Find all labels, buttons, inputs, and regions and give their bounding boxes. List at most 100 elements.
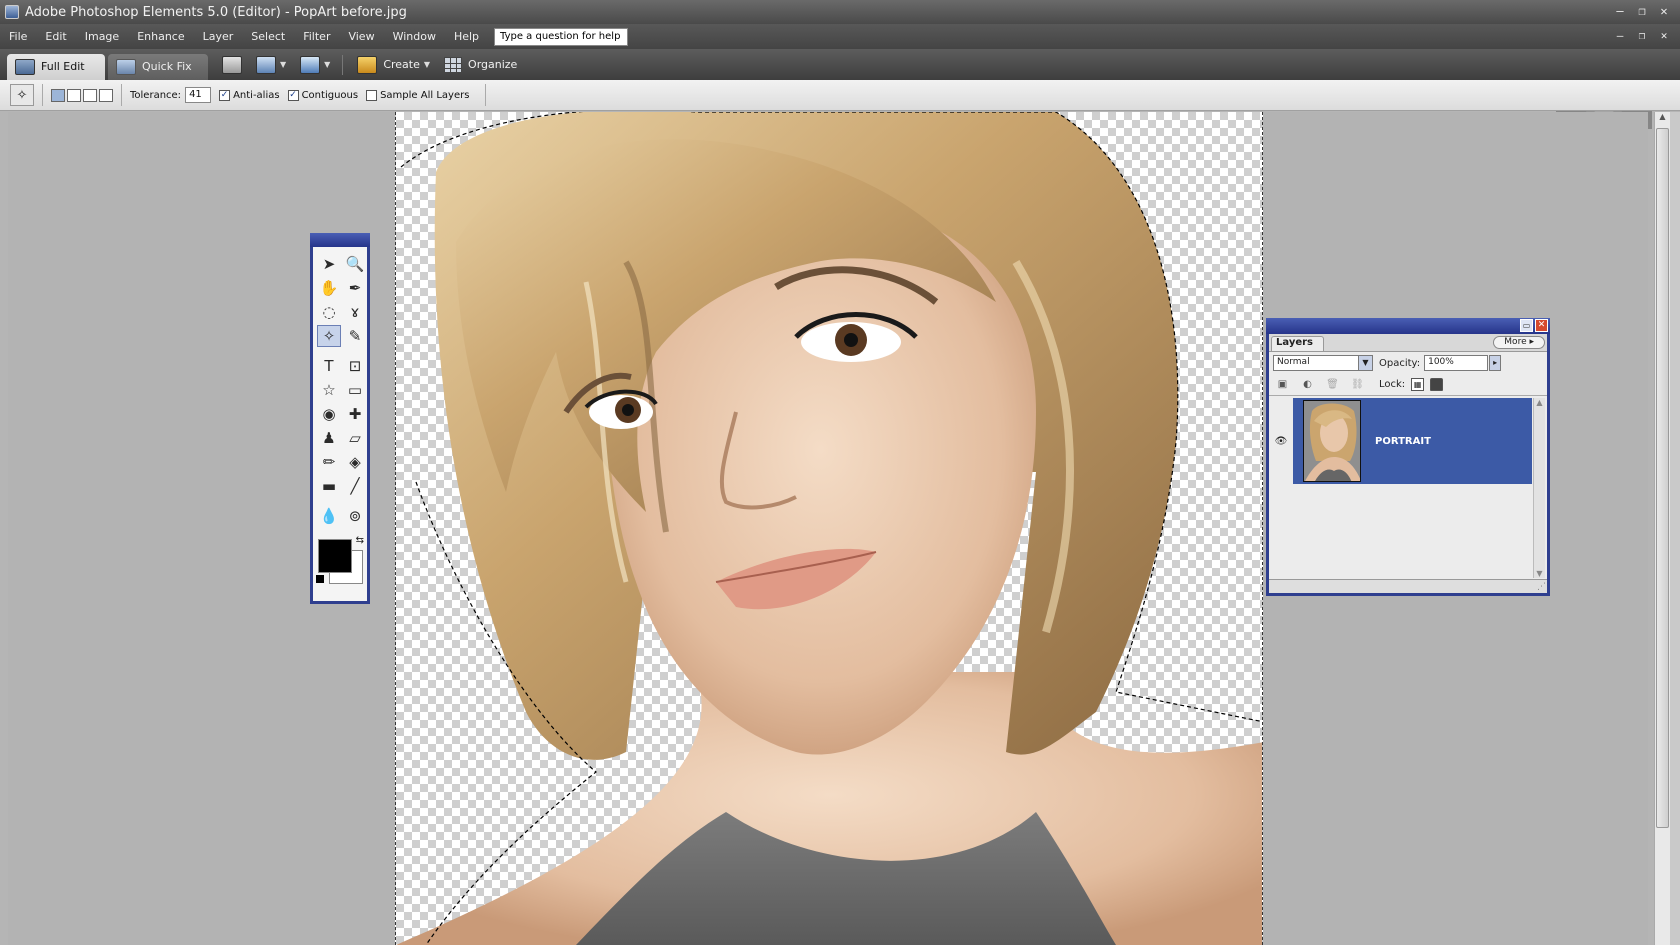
lasso-tool[interactable]: ◌ — [317, 301, 341, 323]
menu-window[interactable]: Window — [384, 30, 445, 43]
swap-colors-icon[interactable]: ⇆ — [356, 535, 364, 546]
subtract-from-selection-button[interactable] — [83, 88, 97, 102]
layer-name[interactable]: PORTRAIT — [1375, 436, 1431, 447]
close-icon[interactable]: ✕ — [1535, 319, 1548, 332]
spot-heal-icon: ◉ — [322, 405, 336, 423]
magic-wand-tool[interactable]: ✧ — [317, 325, 341, 347]
tool-group-gap — [317, 499, 369, 503]
menu-edit[interactable]: Edit — [36, 30, 75, 43]
menu-select[interactable]: Select — [242, 30, 294, 43]
sample-all-layers-check[interactable] — [366, 89, 378, 101]
menu-layer[interactable]: Layer — [194, 30, 243, 43]
eraser-tool[interactable]: ▱ — [343, 427, 367, 449]
add-to-selection-button[interactable] — [67, 88, 81, 102]
minimize-button[interactable]: – — [1612, 3, 1628, 19]
resize-grip-icon[interactable]: ⋰ — [1537, 582, 1546, 592]
blur-icon: 💧 — [319, 507, 339, 525]
print-button[interactable] — [222, 55, 242, 74]
type-tool[interactable]: T — [317, 355, 341, 377]
healing-tool[interactable]: ✚ — [343, 403, 367, 425]
layer-row[interactable]: 👁 PORTRAIT — [1269, 398, 1532, 484]
doc-close-button[interactable]: ✕ — [1656, 28, 1672, 44]
zoom-tool[interactable]: 🔍 — [343, 253, 367, 275]
share-button[interactable]: ▼ — [256, 55, 286, 74]
sponge-tool[interactable]: ⊚ — [343, 505, 367, 527]
menu-filter[interactable]: Filter — [294, 30, 339, 43]
link-layer-icon[interactable]: ⛓ — [1350, 378, 1365, 392]
portrait-photo — [396, 112, 1262, 945]
redeye-tool[interactable]: ▭ — [343, 379, 367, 401]
scrollbar-thumb[interactable] — [1656, 128, 1669, 828]
opacity-slider-button[interactable]: ▸ — [1489, 355, 1502, 371]
doc-minimize-button[interactable]: – — [1612, 28, 1628, 44]
intersect-selection-button[interactable] — [99, 88, 113, 102]
lock-all-icon[interactable] — [1430, 378, 1444, 391]
magnetic-lasso-tool[interactable]: ɤ — [343, 301, 367, 323]
tab-quick-fix-label: Quick Fix — [142, 60, 192, 73]
image-canvas[interactable] — [395, 112, 1263, 945]
menu-file[interactable]: File — [0, 30, 36, 43]
line-tool[interactable]: ╱ — [343, 475, 367, 497]
layer-body[interactable]: PORTRAIT — [1293, 398, 1532, 484]
anti-alias-check[interactable]: ✓ — [219, 89, 231, 101]
menu-view[interactable]: View — [339, 30, 383, 43]
scroll-up-icon[interactable]: ▲ — [1534, 398, 1545, 407]
eyedropper-tool[interactable]: ✒ — [343, 277, 367, 299]
tab-layers[interactable]: Layers — [1271, 336, 1324, 351]
tab-quick-fix[interactable]: Quick Fix — [108, 53, 208, 80]
create-icon — [357, 55, 378, 74]
close-button[interactable]: ✕ — [1656, 3, 1672, 19]
menu-help[interactable]: Help — [445, 30, 488, 43]
opacity-label: Opacity: — [1379, 357, 1421, 369]
menu-image[interactable]: Image — [76, 30, 128, 43]
scroll-up-icon[interactable]: ▲ — [1655, 112, 1670, 126]
tool-preset-picker[interactable]: ✧ — [10, 84, 34, 106]
hand-tool[interactable]: ✋ — [317, 277, 341, 299]
adjustment-layer-icon[interactable]: ◐ — [1300, 378, 1315, 392]
minimize-icon[interactable]: ▭ — [1520, 319, 1533, 332]
menu-enhance[interactable]: Enhance — [128, 30, 193, 43]
shape-tool[interactable]: ☆ — [317, 379, 341, 401]
create-button[interactable]: Create ▼ — [357, 55, 430, 74]
shape-icon: ☆ — [322, 381, 336, 399]
brush-select-tool[interactable]: ✎ — [343, 325, 367, 347]
options-divider — [485, 84, 487, 106]
help-search-input[interactable]: Type a question for help — [494, 27, 629, 46]
more-button[interactable]: More ▸ — [1493, 336, 1545, 349]
default-colors-icon[interactable] — [316, 575, 324, 583]
foreground-color-swatch[interactable] — [318, 539, 352, 573]
tab-full-edit[interactable]: Full Edit — [7, 53, 105, 80]
pencil-tool[interactable]: ✏ — [317, 451, 341, 473]
contiguous-check[interactable]: ✓ — [287, 89, 299, 101]
anti-alias-checkbox[interactable]: ✓ Anti-alias — [219, 89, 280, 101]
clone-stamp-tool[interactable]: ♟ — [317, 427, 341, 449]
opacity-input[interactable]: 100% — [1424, 355, 1489, 371]
sample-all-layers-checkbox[interactable]: Sample All Layers — [366, 89, 469, 101]
eye-icon[interactable]: 👁 — [1269, 398, 1293, 484]
doc-restore-button[interactable]: ❐ — [1634, 28, 1650, 44]
crop-tool[interactable]: ⊡ — [343, 355, 367, 377]
layers-scrollbar[interactable]: ▲ ▼ — [1533, 398, 1545, 578]
organize-button[interactable]: Organize — [444, 56, 517, 73]
move-tool[interactable]: ➤ — [317, 253, 341, 275]
lock-transparency-icon[interactable]: ▦ — [1411, 378, 1425, 391]
delete-layer-icon[interactable]: 🗑 — [1325, 378, 1340, 392]
spot-heal-tool[interactable]: ◉ — [317, 403, 341, 425]
new-layer-icon[interactable]: ▣ — [1275, 378, 1290, 392]
workspace-vertical-scrollbar[interactable]: ▲ — [1654, 112, 1670, 945]
selection-mode-group — [51, 88, 113, 102]
eraser-icon: ▱ — [349, 429, 361, 447]
paint-bucket-tool[interactable]: ◈ — [343, 451, 367, 473]
gradient-tool[interactable]: ▬ — [317, 475, 341, 497]
restore-button[interactable]: ❐ — [1634, 3, 1650, 19]
toolbox-title-bar[interactable] — [310, 233, 370, 247]
contiguous-checkbox[interactable]: ✓ Contiguous — [287, 89, 358, 101]
tolerance-input[interactable]: 41 — [185, 87, 212, 103]
scroll-down-icon[interactable]: ▼ — [1534, 569, 1545, 578]
blend-mode-select[interactable]: Normal ▼ — [1273, 355, 1373, 371]
new-selection-button[interactable] — [51, 88, 65, 102]
blur-tool[interactable]: 💧 — [317, 505, 341, 527]
toolbar-divider — [342, 54, 344, 75]
email-button[interactable]: ▼ — [300, 55, 330, 74]
layers-palette-title-bar[interactable]: ▭ ✕ — [1266, 318, 1550, 334]
